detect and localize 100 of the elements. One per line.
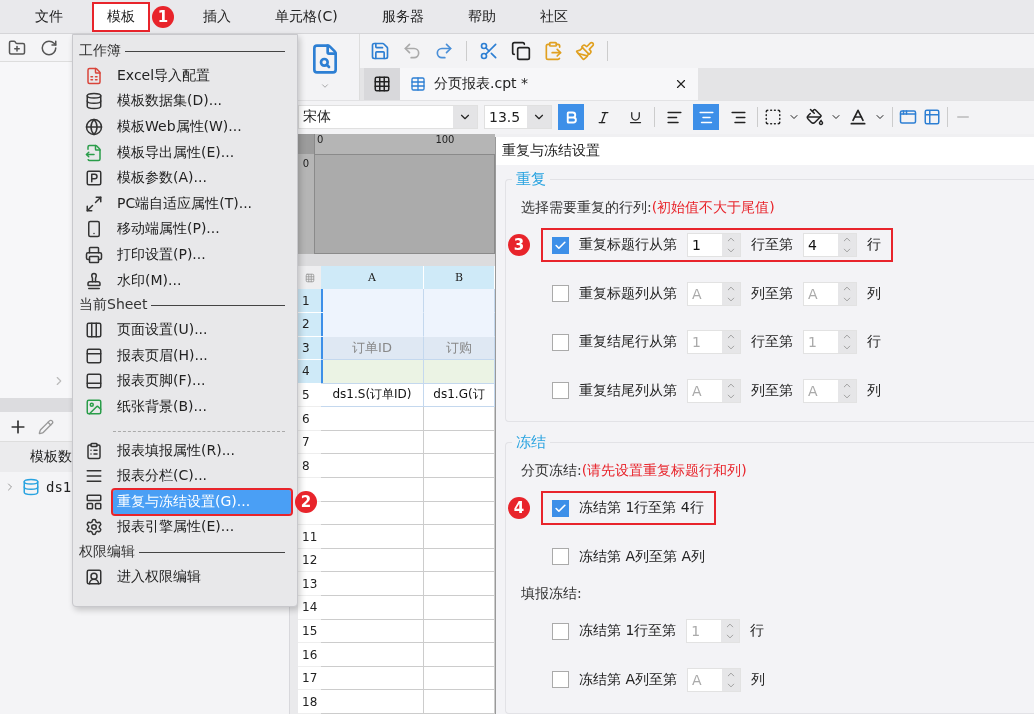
spin-arrows-icon[interactable] xyxy=(838,331,856,354)
menu-item[interactable]: 服务器 xyxy=(366,1,439,32)
menu-item[interactable]: 打印设置(P)... xyxy=(113,242,291,267)
table-cell: ds1.G(订 xyxy=(424,383,495,408)
spin-arrows-icon[interactable] xyxy=(838,379,856,402)
refresh-icon[interactable] xyxy=(40,38,58,57)
menu-item[interactable]: 移动端属性(P)... xyxy=(113,217,291,242)
menu-item[interactable]: 模板参数(A)... xyxy=(113,166,291,191)
paintbrush-icon[interactable] xyxy=(575,41,595,61)
spin-field[interactable]: 4 xyxy=(803,233,857,258)
redo-icon[interactable] xyxy=(434,41,454,61)
option-label: 重复结尾列从第 xyxy=(579,381,677,400)
spin-arrows-icon[interactable] xyxy=(722,668,741,691)
spin-arrows-icon[interactable] xyxy=(722,379,740,402)
column-header[interactable]: B xyxy=(424,265,495,290)
undo-icon[interactable] xyxy=(402,41,422,61)
menu-item[interactable]: 插入 xyxy=(188,1,246,32)
checkbox[interactable] xyxy=(552,285,569,303)
font-size-select[interactable]: 13.5 xyxy=(484,105,552,130)
checkbox[interactable] xyxy=(552,333,569,351)
menu-item[interactable]: Excel导入配置 xyxy=(113,63,291,88)
prompt-text: 分页冻结: xyxy=(521,462,582,480)
checkbox[interactable] xyxy=(552,236,569,254)
spreadsheet-file-icon xyxy=(85,66,103,85)
spin-arrows-icon[interactable] xyxy=(722,282,740,305)
menu-item[interactable]: 报表分栏(C)... xyxy=(113,464,291,489)
checkbox[interactable] xyxy=(552,382,569,400)
menu-item[interactable]: 文件 xyxy=(20,1,78,32)
paste-icon[interactable] xyxy=(543,41,563,61)
menu-item[interactable]: 模板导出属性(E)... xyxy=(113,140,291,165)
unit-label: 列 xyxy=(867,381,881,400)
image-icon xyxy=(85,397,103,416)
tree-item[interactable]: ds1 xyxy=(46,479,72,495)
checkbox[interactable] xyxy=(552,622,569,640)
font-color-icon[interactable] xyxy=(848,107,868,128)
stamp-icon xyxy=(85,271,103,290)
align-center-button[interactable] xyxy=(693,104,719,131)
option-label: 冻结第 1行至第 4行 xyxy=(579,499,704,518)
menu-item[interactable]: 报表页眉(H)... xyxy=(113,343,291,368)
pencil-icon[interactable] xyxy=(38,418,54,435)
save-icon[interactable] xyxy=(370,41,390,61)
checkbox[interactable] xyxy=(552,499,569,517)
unit-label: 行 xyxy=(867,236,881,255)
user-square-icon xyxy=(85,567,103,586)
spin-arrows-icon[interactable] xyxy=(722,331,740,354)
menu-item[interactable]: 模板 xyxy=(92,1,150,32)
border-icon[interactable] xyxy=(764,108,782,127)
gear-icon xyxy=(85,518,103,537)
menu-item[interactable]: 模板数据集(D)... xyxy=(113,89,291,114)
row-header[interactable]: 1 xyxy=(298,289,321,313)
spin-field[interactable]: 1 xyxy=(687,233,741,258)
document-tab[interactable]: 分页报表.cpt * xyxy=(400,68,698,100)
top-ruler: 0 100 xyxy=(314,133,495,154)
table-cell: ds1.S(订单ID) xyxy=(321,383,424,408)
grip-icon[interactable] xyxy=(298,265,321,290)
scissors-icon[interactable] xyxy=(479,41,499,61)
window-icon[interactable] xyxy=(899,108,917,127)
file-arrow-icon xyxy=(85,143,103,162)
menu-item[interactable]: 社区 xyxy=(524,1,583,32)
unit-label: 行 xyxy=(750,622,765,641)
menu-item[interactable]: 报表页脚(F)... xyxy=(113,369,291,394)
paint-bucket-icon[interactable] xyxy=(806,108,824,127)
check-icon xyxy=(554,238,567,252)
callout-badge: 4 xyxy=(508,497,530,520)
section-legend: 冻结 xyxy=(512,433,550,451)
spin-arrows-icon[interactable] xyxy=(721,620,740,643)
option-label: 冻结第 A列至第 A列 xyxy=(579,547,706,566)
checkbox[interactable] xyxy=(552,671,569,689)
menu-item[interactable]: 页面设置(U)... xyxy=(113,318,291,343)
columns-icon xyxy=(85,321,103,340)
italic-icon xyxy=(595,109,611,125)
section-legend: 重复 xyxy=(512,170,550,188)
font-select[interactable]: 宋体 xyxy=(298,105,478,130)
menu-item[interactable]: 模板Web属性(W)... xyxy=(113,115,291,139)
row-header[interactable]: 2 xyxy=(298,312,321,337)
panel-header: 模板数 xyxy=(30,448,72,466)
spin-arrows-icon[interactable] xyxy=(838,282,856,305)
section-title: 权限编辑 xyxy=(79,543,135,562)
option-label: 冻结第 1行至第 xyxy=(579,622,677,641)
row-header[interactable]: 3 xyxy=(298,336,321,361)
menu-item[interactable]: 进入权限编辑 xyxy=(113,564,291,589)
option-label: 重复结尾行从第 xyxy=(579,333,677,352)
menu-item[interactable]: 报表填报属性(R)... xyxy=(113,438,291,463)
menu-item[interactable]: 单元格(C) xyxy=(260,1,353,32)
menu-item[interactable]: 报表引擎属性(E)... xyxy=(113,515,291,540)
folder-plus-icon[interactable] xyxy=(8,38,26,57)
column-header[interactable]: A xyxy=(321,265,424,290)
menu-item[interactable]: PC端自适应属性(T)... xyxy=(113,191,291,216)
spin-arrows-icon[interactable] xyxy=(722,234,740,257)
spin-arrows-icon[interactable] xyxy=(838,234,856,257)
checkbox[interactable] xyxy=(552,548,569,566)
bold-button[interactable] xyxy=(558,104,584,131)
menu-item[interactable]: 水印(M)... xyxy=(113,268,291,293)
menu-item[interactable]: 纸张背景(B)... xyxy=(113,394,291,419)
table-grid-icon[interactable] xyxy=(923,108,941,127)
menu-item[interactable]: 帮助 xyxy=(452,1,511,32)
grid-plus-icon[interactable] xyxy=(364,68,400,100)
clipboard-list-icon xyxy=(85,441,103,460)
copy-icon[interactable] xyxy=(511,41,531,61)
row-header[interactable]: 4 xyxy=(298,360,321,384)
